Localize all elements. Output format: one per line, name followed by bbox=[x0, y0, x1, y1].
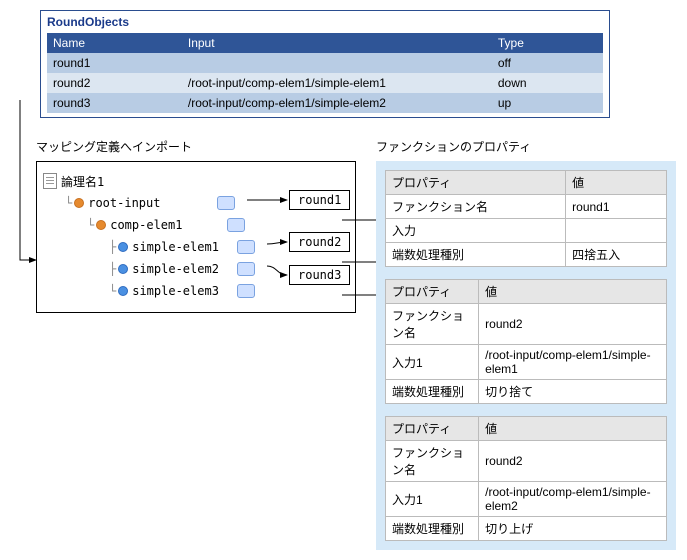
output-port[interactable] bbox=[237, 284, 255, 298]
col-input: Input bbox=[182, 33, 492, 53]
leaf-icon bbox=[118, 286, 128, 296]
mapping-section-label: マッピング定義へインポート bbox=[36, 138, 356, 155]
output-port[interactable] bbox=[217, 196, 235, 210]
leaf-icon bbox=[118, 264, 128, 274]
output-port[interactable] bbox=[237, 262, 255, 276]
document-icon bbox=[43, 173, 57, 189]
table-row: round1 off bbox=[47, 53, 603, 73]
round-objects-table: Name Input Type round1 off round2 /root-… bbox=[47, 33, 603, 113]
function-round2[interactable]: round2 bbox=[289, 232, 350, 252]
property-table-2: プロパティ値 ファンクション名round2 入力1/root-input/com… bbox=[385, 279, 667, 404]
properties-section-label: ファンクションのプロパティ bbox=[376, 138, 676, 155]
property-table-1: プロパティ値 ファンクション名round1 入力 端数処理種別四捨五入 bbox=[385, 170, 667, 267]
properties-panel: プロパティ値 ファンクション名round1 入力 端数処理種別四捨五入 プロパテ… bbox=[376, 161, 676, 550]
function-round1[interactable]: round1 bbox=[289, 190, 350, 210]
table-header-row: Name Input Type bbox=[47, 33, 603, 53]
col-name: Name bbox=[47, 33, 182, 53]
mapping-box: 論理名1 └ root-input └ comp-elem1 ├ simple-… bbox=[36, 161, 356, 313]
table-row: round2 /root-input/comp-elem1/simple-ele… bbox=[47, 73, 603, 93]
col-type: Type bbox=[492, 33, 603, 53]
tree-root: 論理名1 bbox=[43, 170, 345, 192]
node-icon bbox=[96, 220, 106, 230]
output-port[interactable] bbox=[237, 240, 255, 254]
round-objects-panel: RoundObjects Name Input Type round1 off … bbox=[40, 10, 610, 118]
output-port[interactable] bbox=[227, 218, 245, 232]
table-row: round3 /root-input/comp-elem1/simple-ele… bbox=[47, 93, 603, 113]
round-objects-title: RoundObjects bbox=[47, 15, 603, 29]
leaf-icon bbox=[118, 242, 128, 252]
property-table-3: プロパティ値 ファンクション名round2 入力1/root-input/com… bbox=[385, 416, 667, 541]
function-round3[interactable]: round3 bbox=[289, 265, 350, 285]
node-icon bbox=[74, 198, 84, 208]
